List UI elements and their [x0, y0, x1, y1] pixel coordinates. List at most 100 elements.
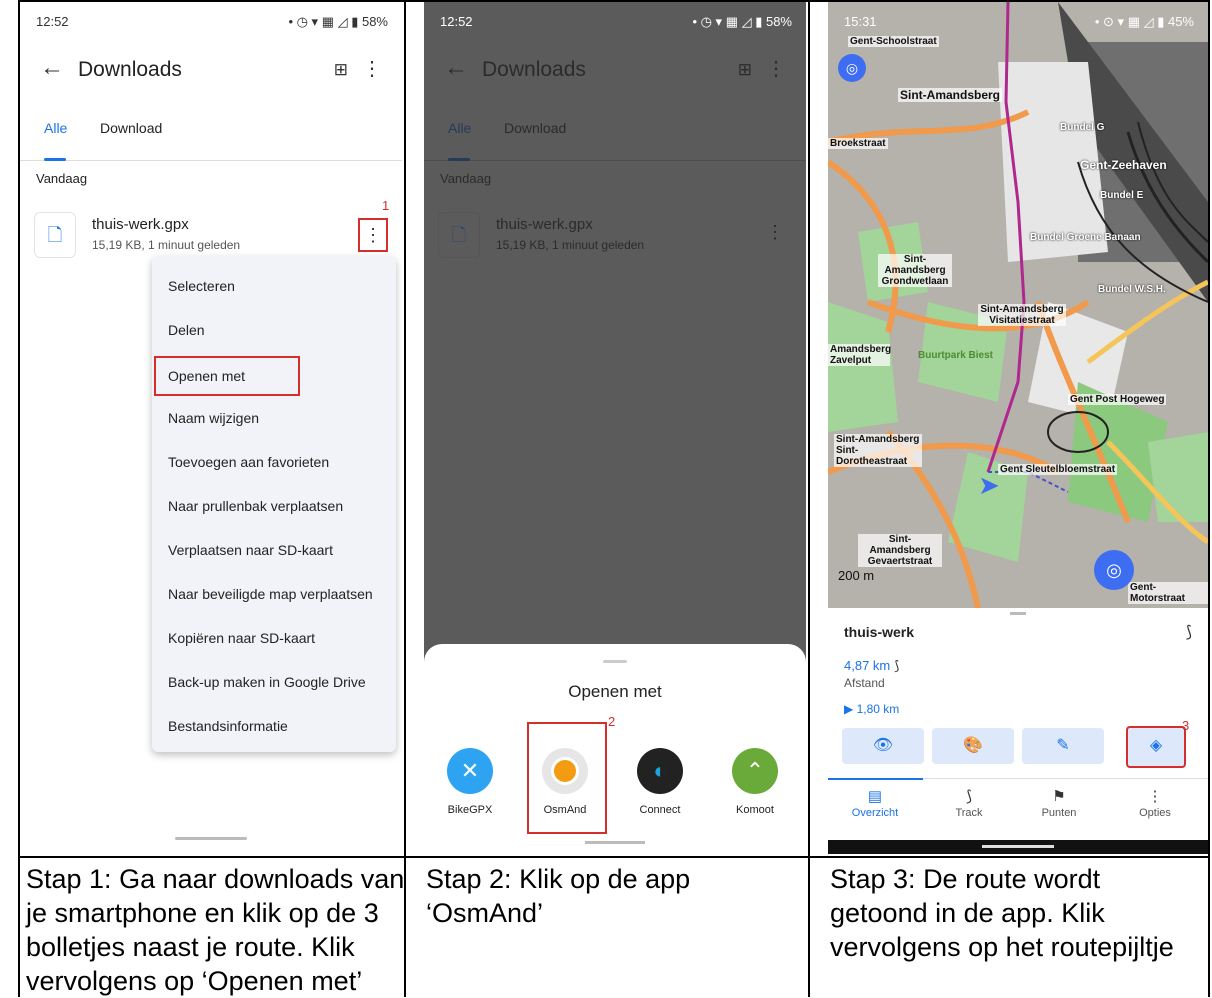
home-indicator	[175, 837, 247, 840]
navigation-arrow-icon: ➤	[978, 470, 1000, 500]
app-bar: ← Downloads ⊞ ⋮	[20, 54, 402, 90]
map-label-bundel-g: Bundel G	[1060, 122, 1105, 133]
open-with-sheet: Openen met 2 ✕ BikeGPX OsmAnd ◐ Connect …	[424, 644, 806, 854]
tab-download[interactable]: Download	[100, 120, 162, 136]
map-label-broekstraat: Broekstraat	[828, 138, 888, 149]
nav-opties[interactable]: ⋮ Opties	[1110, 787, 1200, 819]
show-route-button[interactable]: 👁	[842, 728, 924, 764]
route-name: thuis-werk	[844, 624, 915, 640]
distance-value: 4,87 km	[844, 658, 891, 673]
file-name: thuis-werk.gpx	[92, 216, 189, 233]
sheet-handle[interactable]	[603, 660, 627, 663]
distance-label: Afstand	[844, 676, 885, 690]
tab-alle[interactable]: Alle	[448, 120, 471, 136]
menu-item-kopieren[interactable]: Kopiëren naar SD-kaart	[168, 630, 315, 646]
tab-download[interactable]: Download	[504, 120, 566, 136]
page-title: Downloads	[482, 58, 586, 81]
more-options-icon[interactable]: ⋮	[766, 56, 786, 81]
back-arrow-icon[interactable]: ←	[444, 54, 468, 82]
table-divider-2	[808, 0, 810, 997]
file-more-icon[interactable]: ⋮	[766, 222, 784, 243]
komoot-icon: ⌃	[732, 748, 778, 794]
nav-label: Track	[955, 807, 983, 819]
map-view[interactable]: 15:31 • ⊙ ▾ ▦ ◿ ▮ 45% ◎ Gent-Schoolstraa…	[828, 2, 1208, 608]
nav-overzicht[interactable]: ▤ Overzicht	[830, 787, 920, 819]
menu-item-favorieten[interactable]: Toevoegen aan favorieten	[168, 454, 329, 470]
panel-handle[interactable]	[1010, 612, 1026, 615]
app-bar: ← Downloads ⊞ ⋮	[424, 54, 806, 90]
segment-value: 1,80 km	[856, 702, 900, 716]
nav-label: Overzicht	[851, 807, 899, 819]
more-options-icon[interactable]: ⋮	[362, 56, 382, 81]
file-more-button[interactable]: ⋮	[358, 218, 388, 252]
nav-track[interactable]: ⟆ Track	[924, 787, 1014, 819]
screenshot-open-with: 12:52 • ◷ ▾ ▦ ◿ ▮ 58% ← Downloads ⊞ ⋮ Al…	[424, 2, 806, 854]
home-indicator	[982, 845, 1054, 848]
file-row[interactable]: 🗋 thuis-werk.gpx 15,19 KB, 1 minuut gele…	[438, 210, 806, 266]
map-scale: 200 m	[838, 568, 875, 583]
app-bikegpx[interactable]: ✕ BikeGPX	[430, 736, 510, 816]
menu-item-prullenbak[interactable]: Naar prullenbak verplaatsen	[168, 498, 343, 514]
app-label: Komoot	[736, 804, 774, 816]
tab-bar: Alle Download	[20, 114, 402, 161]
menu-item-beveiligde-map[interactable]: Naar beveiligde map verplaatsen	[168, 586, 373, 602]
osmand-icon	[542, 748, 588, 794]
map-label-amandsberg: Sint-Amandsberg	[898, 88, 1003, 102]
grid-view-icon[interactable]: ⊞	[334, 60, 348, 80]
track-nav-icon: ⟆	[966, 788, 972, 805]
back-arrow-icon[interactable]: ←	[40, 54, 64, 82]
appearance-button[interactable]: 🎨	[932, 728, 1014, 764]
menu-item-backup[interactable]: Back-up maken in Google Drive	[168, 674, 366, 690]
menu-item-selecteren[interactable]: Selecteren	[168, 278, 235, 294]
caption-line: je smartphone en klik op de 3	[26, 898, 379, 928]
overview-icon: ▤	[867, 788, 883, 805]
app-label: BikeGPX	[447, 804, 493, 816]
app-connect[interactable]: ◐ Connect	[620, 736, 700, 816]
map-label-sleutelbloem: Gent Sleutelbloemstraat	[998, 464, 1118, 475]
menu-item-delen[interactable]: Delen	[168, 322, 205, 338]
menu-item-openen-met[interactable]: Openen met	[154, 356, 300, 396]
track-icon: ⟆	[1185, 624, 1192, 641]
caption-line: vervolgens op ‘Openen met’	[26, 966, 363, 996]
tutorial-table: 12:52 • ◷ ▾ ▦ ◿ ▮ 58% ← Downloads ⊞ ⋮ Al…	[0, 0, 1212, 997]
caption-step-3: Stap 3: De route wordt getoond in de app…	[830, 862, 1174, 964]
context-menu: Selecteren Delen Openen met Naam wijzige…	[152, 256, 396, 752]
map-label-grondwetlaan: Sint-Amandsberg Grondwetlaan	[878, 254, 952, 287]
caption-line: getoond in de app. Klik	[830, 898, 1105, 928]
battery-level: 58%	[361, 14, 388, 29]
compass-button[interactable]: ◎	[838, 54, 866, 82]
menu-item-naam-wijzigen[interactable]: Naam wijzigen	[168, 410, 259, 426]
status-bar: 12:52 • ◷ ▾ ▦ ◿ ▮ 58%	[20, 12, 402, 34]
file-icon: 🗋	[438, 212, 480, 258]
tab-indicator	[44, 158, 66, 161]
app-osmand[interactable]: OsmAnd	[525, 736, 605, 816]
menu-item-bestandsinformatie[interactable]: Bestandsinformatie	[168, 718, 288, 734]
status-time: 12:52	[36, 14, 69, 29]
bikegpx-icon: ✕	[447, 748, 493, 794]
nav-punten[interactable]: ⚑ Punten	[1014, 787, 1104, 819]
table-border-right	[1208, 0, 1210, 997]
nav-label: Opties	[1139, 807, 1171, 819]
home-indicator	[585, 841, 645, 844]
nav-label: Punten	[1041, 807, 1077, 819]
play-icon: ▶	[844, 702, 857, 716]
screenshot-osmand-route: 15:31 • ⊙ ▾ ▦ ◿ ▮ 45% ◎ Gent-Schoolstraa…	[828, 2, 1208, 854]
tab-alle[interactable]: Alle	[44, 120, 67, 136]
my-location-button[interactable]: ◎	[1094, 550, 1134, 590]
grid-view-icon[interactable]: ⊞	[738, 60, 752, 80]
status-icons: • ◷ ▾ ▦ ◿ ▮ 58%	[288, 14, 388, 29]
segment-distance[interactable]: ▶ 1,80 km	[844, 702, 899, 716]
navigate-route-button[interactable]: ◈	[1126, 726, 1186, 768]
menu-item-sd-kaart[interactable]: Verplaatsen naar SD-kaart	[168, 542, 333, 558]
tab-indicator	[448, 158, 470, 161]
map-label-dorothea: Sint-Amandsberg Sint-Dorotheastraat	[834, 434, 922, 467]
caption-line: bolletjes naast je route. Klik	[26, 932, 355, 962]
edit-track-button[interactable]: ✎	[1022, 728, 1104, 764]
route-panel: thuis-werk ⟆ 4,87 km ⟆ Afstand ▶ 1,80 km …	[828, 608, 1208, 854]
app-komoot[interactable]: ⌃ Komoot	[715, 736, 795, 816]
screenshot-downloads-menu: 12:52 • ◷ ▾ ▦ ◿ ▮ 58% ← Downloads ⊞ ⋮ Al…	[20, 2, 402, 854]
table-row-divider	[18, 856, 1208, 858]
battery-level: 45%	[1167, 14, 1194, 29]
status-icons: • ⊙ ▾ ▦ ◿ ▮ 45%	[1094, 14, 1194, 29]
step-marker-2: 2	[608, 714, 616, 729]
